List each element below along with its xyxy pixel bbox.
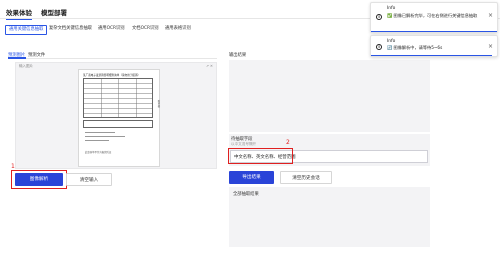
notification-info: i Info ✅ 图像已解析完毕，可在右侧进行关键信息抽取 × xyxy=(370,2,498,33)
notification-message: ✅ 图像已解析完毕，可在右侧进行关键信息抽取 xyxy=(387,13,478,18)
clear-history-button[interactable]: 清空历史会话 xyxy=(280,171,332,184)
document-preview: 某厂商电子发票销售明细查询单（请勿用于报销） 此查询单不作为报销凭证 附单据 xyxy=(78,69,160,167)
output-area xyxy=(229,60,430,132)
document-title: 某厂商电子发票销售明细查询单（请勿用于报销） xyxy=(83,74,141,77)
image-box-controls[interactable]: ↗ ✕ xyxy=(206,64,213,68)
notification-title: Info xyxy=(387,6,396,11)
document-table xyxy=(83,78,153,118)
annotation-marker-1: 1 xyxy=(11,163,15,170)
subtab-general-kie[interactable]: 通用关键信息抽取 xyxy=(5,25,48,35)
output-title: 输出结果 xyxy=(229,53,247,58)
document-side-note: 附单据 xyxy=(157,100,160,108)
all-results-label: 全部抽取结果 xyxy=(233,192,259,197)
notification-title: Info xyxy=(387,39,396,44)
document-summary-box xyxy=(83,120,153,128)
subtab-doc-ocr[interactable]: 文档OCR识别 xyxy=(129,25,162,33)
tab-effect-experience[interactable]: 效果体验 xyxy=(6,7,32,20)
document-footer: 此查询单不作为报销凭证 xyxy=(85,151,112,154)
subtab-table-recognition[interactable]: 通用表格识别 xyxy=(162,25,194,33)
document-line xyxy=(85,132,115,133)
notification-progress-bar xyxy=(371,30,497,32)
close-icon[interactable]: × xyxy=(488,44,493,50)
export-result-button[interactable]: 导出结果 xyxy=(229,171,274,184)
annotation-highlight-2 xyxy=(228,148,293,164)
info-icon: i xyxy=(376,44,382,50)
notification-progress-bar xyxy=(371,54,492,56)
field-hint: 以中文逗号隔开 xyxy=(231,142,257,146)
image-input-box[interactable]: 输入图片 ↗ ✕ 某厂商电子发票销售明细查询单（请勿用于报销） 此查询单不作为报… xyxy=(15,62,217,169)
notification-message: 🔄 图像解析中，请等待5~6s xyxy=(387,45,443,50)
info-icon: i xyxy=(376,14,382,20)
close-icon[interactable]: × xyxy=(488,13,493,19)
left-panel-divider xyxy=(8,58,217,59)
document-line xyxy=(85,140,109,141)
tab-model-deploy[interactable]: 模型部署 xyxy=(41,7,67,17)
subtab-general-ocr[interactable]: 通用OCR识别 xyxy=(95,25,128,33)
subtab-complex-doc-kie[interactable]: 复杂文档关键信息抽取 xyxy=(46,25,95,33)
clear-input-button[interactable]: 清空输入 xyxy=(66,173,112,186)
parse-image-button[interactable]: 图像解析 xyxy=(15,173,63,186)
notification-info: i Info 🔄 图像解析中，请等待5~6s × xyxy=(370,35,498,57)
image-box-label: 输入图片 xyxy=(19,64,33,68)
annotation-marker-2: 2 xyxy=(286,139,290,146)
document-line xyxy=(85,136,125,137)
panel-tab-indicator xyxy=(8,57,26,59)
all-results-area: 全部抽取结果 xyxy=(229,187,430,247)
